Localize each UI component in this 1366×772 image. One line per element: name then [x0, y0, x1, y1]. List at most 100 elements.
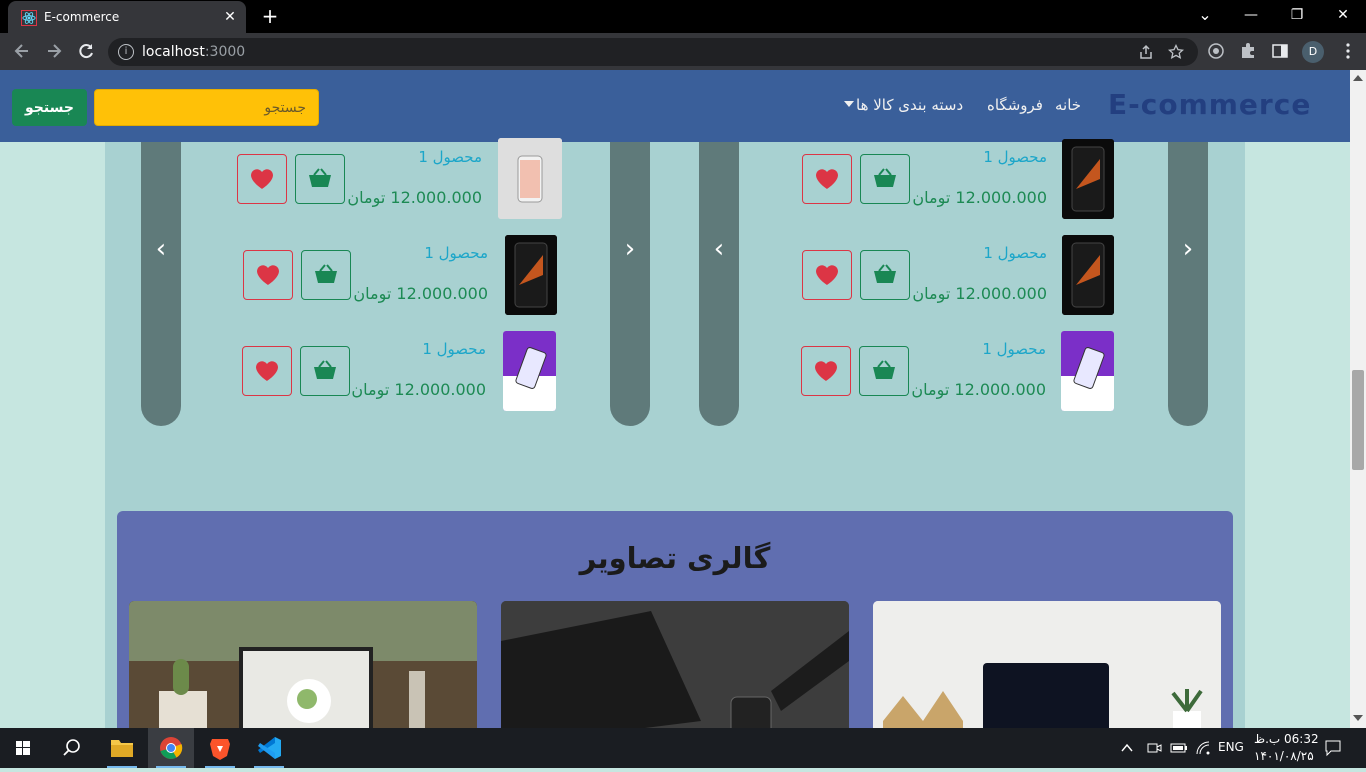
more-menu-icon[interactable]	[1339, 42, 1357, 60]
brave-lion-icon	[210, 739, 230, 760]
scrollbar-thumb[interactable]	[1352, 370, 1364, 470]
close-window-button[interactable]: ✕	[1320, 0, 1366, 32]
gallery-image[interactable]	[129, 601, 477, 728]
basket-icon	[309, 168, 331, 187]
add-to-cart-button[interactable]	[301, 250, 351, 300]
caret-down-icon	[844, 101, 854, 107]
search-input[interactable]	[94, 89, 319, 126]
favorite-button[interactable]	[801, 346, 851, 396]
back-icon[interactable]	[8, 37, 36, 65]
vscode-app[interactable]	[246, 728, 292, 768]
site-info-icon[interactable]: i	[118, 44, 134, 60]
search-taskbar-button[interactable]	[48, 728, 94, 768]
product-price: 12.000.000 تومان	[912, 284, 1047, 303]
windows-taskbar: ENG 06:32 ب.ظ ۱۴۰۱/۰۸/۲۵	[0, 728, 1366, 768]
url-text: localhost:3000	[142, 44, 246, 60]
basket-icon	[874, 168, 896, 187]
file-explorer-app[interactable]	[99, 728, 145, 768]
site-header: E-commerce خانه فروشگاه دسته بندی کالا ه…	[0, 70, 1350, 142]
favorite-button[interactable]	[802, 154, 852, 204]
clock-time[interactable]: 06:32 ب.ظ	[1254, 732, 1319, 746]
extensions-puzzle-icon[interactable]	[1239, 42, 1257, 60]
heart-icon	[816, 169, 838, 189]
profile-avatar[interactable]: D	[1302, 41, 1324, 63]
left-carousel-next-button[interactable]: ›	[610, 142, 650, 426]
favorite-button[interactable]	[237, 154, 287, 204]
product-title[interactable]: محصول 1	[970, 244, 1047, 262]
magnifier-icon	[63, 739, 80, 756]
product-title[interactable]: محصول 1	[970, 148, 1047, 166]
product-title[interactable]: محصول 1	[411, 244, 488, 262]
product-item[interactable]: محصول 1 12.000.000 تومان	[185, 138, 605, 238]
nav-categories-dropdown[interactable]: دسته بندی کالا ها	[856, 96, 963, 114]
product-item[interactable]: محصول 1 12.000.000 تومان	[185, 235, 605, 334]
add-to-cart-button[interactable]	[300, 346, 350, 396]
meet-camera-icon[interactable]	[1146, 740, 1162, 756]
vscode-icon	[258, 737, 281, 759]
heart-icon	[256, 361, 278, 381]
product-item[interactable]: محصول 1 12.000.000 تومان	[185, 331, 605, 430]
address-bar[interactable]: i localhost:3000	[108, 38, 1198, 66]
reload-icon[interactable]	[72, 37, 100, 65]
gallery-image[interactable]	[501, 601, 849, 728]
main-content: ‹ › محصول 1 12.000.000 تومان محصول 1 12.…	[105, 138, 1245, 728]
product-title[interactable]: محصول 1	[405, 148, 482, 166]
extension-circle-icon[interactable]	[1207, 42, 1225, 60]
wifi-icon[interactable]	[1195, 740, 1211, 756]
scroll-down-arrow-icon[interactable]	[1353, 714, 1363, 722]
new-tab-button[interactable]: +	[258, 6, 282, 28]
favorite-button[interactable]	[243, 250, 293, 300]
add-to-cart-button[interactable]	[859, 346, 909, 396]
product-image	[498, 138, 562, 219]
restore-button[interactable]: ❐	[1274, 0, 1320, 32]
minimize-button[interactable]: —	[1228, 0, 1274, 32]
product-title[interactable]: محصول 1	[969, 340, 1046, 358]
share-icon[interactable]	[1138, 44, 1154, 60]
windows-logo-icon	[16, 741, 30, 755]
chrome-app[interactable]	[148, 728, 194, 768]
nav-home-link[interactable]: خانه	[1055, 96, 1081, 114]
browser-tab-bar: E-commerce ✕ + ⌄ — ❐ ✕	[0, 0, 1366, 33]
forward-icon[interactable]	[40, 37, 68, 65]
right-carousel-prev-button[interactable]: ‹	[699, 142, 739, 426]
product-price: 12.000.000 تومان	[351, 380, 486, 399]
favorite-button[interactable]	[242, 346, 292, 396]
chrome-icon	[160, 737, 183, 759]
browser-tab[interactable]: E-commerce ✕	[8, 1, 246, 33]
side-panel-icon[interactable]	[1271, 42, 1289, 60]
product-price: 12.000.000 تومان	[912, 188, 1047, 207]
clock-date[interactable]: ۱۴۰۱/۰۸/۲۵	[1254, 749, 1314, 763]
search-button[interactable]: جستجو	[12, 89, 87, 126]
product-item[interactable]: محصول 1 12.000.000 تومان	[745, 139, 1165, 238]
language-indicator[interactable]: ENG	[1218, 740, 1244, 754]
gallery-title: گالری تصاویر	[579, 541, 771, 575]
add-to-cart-button[interactable]	[860, 250, 910, 300]
basket-icon	[315, 264, 337, 283]
product-title[interactable]: محصول 1	[409, 340, 486, 358]
right-carousel-next-button[interactable]: ›	[1168, 142, 1208, 426]
nav-shop-link[interactable]: فروشگاه	[987, 96, 1043, 114]
heart-icon	[251, 169, 273, 189]
brand-logo[interactable]: E-commerce	[1108, 88, 1311, 121]
notification-center-icon[interactable]	[1324, 739, 1342, 757]
start-button[interactable]	[0, 728, 46, 768]
add-to-cart-button[interactable]	[295, 154, 345, 204]
left-carousel-prev-button[interactable]: ‹	[141, 142, 181, 426]
gallery-image[interactable]	[873, 601, 1221, 728]
battery-icon[interactable]	[1170, 740, 1188, 756]
scroll-up-arrow-icon[interactable]	[1353, 74, 1363, 82]
product-item[interactable]: محصول 1 12.000.000 تومان	[745, 331, 1165, 430]
product-image	[505, 235, 557, 315]
favorite-button[interactable]	[802, 250, 852, 300]
left-product-list: محصول 1 12.000.000 تومان محصول 1 12.000.…	[185, 138, 605, 426]
tray-chevron-up-icon[interactable]	[1120, 741, 1134, 755]
product-item[interactable]: محصول 1 12.000.000 تومان	[745, 235, 1165, 334]
basket-icon	[314, 360, 336, 379]
product-image	[1062, 139, 1114, 219]
tab-search-icon[interactable]: ⌄	[1182, 0, 1228, 32]
bookmark-star-icon[interactable]	[1168, 44, 1184, 60]
basket-icon	[874, 264, 896, 283]
brave-app[interactable]	[197, 728, 243, 768]
tab-close-icon[interactable]: ✕	[220, 7, 240, 27]
add-to-cart-button[interactable]	[860, 154, 910, 204]
